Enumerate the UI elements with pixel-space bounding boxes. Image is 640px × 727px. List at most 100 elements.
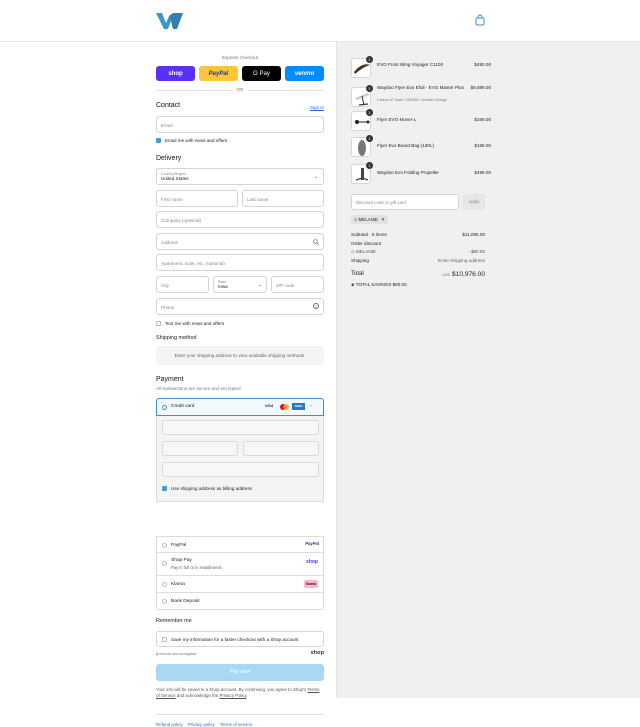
item-name: EVO Front Wing Voyager C1100 — [377, 62, 444, 67]
state-select[interactable]: State Iowa ⌄ — [213, 276, 267, 293]
subtotal-row: Subtotal · 5 items $11,056.00 — [351, 232, 485, 237]
shopping-bag-icon[interactable] — [473, 13, 487, 27]
paypal-button[interactable]: PayPal — [199, 66, 238, 81]
discount-code-field[interactable]: Discount code or gift card — [351, 194, 459, 210]
shop-pay-option[interactable]: Shop Pay Pay in full or in installments … — [156, 553, 324, 576]
shop-pay-button[interactable]: shop — [156, 66, 195, 81]
discount-chip: ◇ MELANIE ✕ — [351, 215, 388, 224]
last-name-field[interactable]: Last name — [242, 190, 324, 207]
city-field[interactable]: City — [156, 276, 209, 293]
legal-text: Your info will be saved to a Shop accoun… — [156, 687, 324, 700]
header — [0, 0, 640, 42]
credit-card-option[interactable]: Credit card VISA AMEX + — [156, 398, 324, 416]
sms-checkbox[interactable]: Text me with news and offers — [156, 321, 224, 327]
savings-row: ◈ TOTAL SAVINGS $80.00 — [351, 282, 485, 288]
paypal-option[interactable]: PayPal PayPal — [156, 536, 324, 553]
shipping-label: Shipping — [351, 258, 369, 263]
secure-label: Secure and encrypted — [159, 652, 197, 656]
line-item: 1 Flyer EVO Mover-L $169.00 — [351, 109, 491, 131]
klarna-radio[interactable] — [162, 582, 167, 587]
discount-chip-label: MELANIE — [358, 217, 378, 222]
shipping-row: Shipping Enter shipping address — [351, 258, 485, 263]
contact-heading: Contact — [156, 102, 181, 109]
amex-icon: AMEX — [292, 403, 305, 410]
shipping-value: Enter shipping address — [438, 258, 485, 263]
venmo-button[interactable]: venmo — [285, 66, 324, 81]
save-info-checkbox[interactable]: Save my information for a faster checkou… — [156, 631, 324, 647]
remember-me-heading: Remember me — [156, 618, 192, 624]
phone-field[interactable]: Phone ? — [156, 298, 324, 315]
email-newsletter-checkbox[interactable]: Email me with news and offers — [156, 138, 227, 144]
bank-deposit-radio[interactable] — [162, 599, 167, 604]
paypal-radio[interactable] — [162, 543, 167, 548]
item-price: $9,699.00 — [470, 85, 491, 90]
state-value: Iowa — [218, 284, 228, 289]
legal-line: Your info will be saved to a Shop accoun… — [156, 687, 307, 692]
product-thumbnail: 1 — [351, 135, 373, 157]
legal-and: and acknowledge the — [176, 693, 219, 699]
payment-heading: Payment — [156, 376, 184, 383]
help-icon[interactable]: ? — [313, 303, 319, 309]
card-number-field[interactable] — [162, 420, 319, 435]
item-name: Waydoo Flyer Evo Efoil - EVO Master Plus — [377, 85, 464, 90]
product-thumbnail: 1 — [351, 85, 373, 107]
quantity-badge: 1 — [366, 56, 373, 63]
klarna-option[interactable]: Klarna Klarna — [156, 576, 324, 593]
bank-deposit-option[interactable]: Bank Deposit — [156, 593, 324, 610]
savings-icon: ◈ — [351, 282, 355, 287]
address-placeholder: Address — [161, 240, 178, 245]
line-item: 1 Waydoo Flyer Evo Efoil - EVO Master Pl… — [351, 84, 491, 110]
product-thumbnail: 1 — [351, 56, 373, 78]
apartment-field[interactable]: Apartment, suite, etc. (optional) — [156, 254, 324, 271]
tag-icon: ◇ — [351, 249, 355, 254]
address-field[interactable]: Address — [156, 233, 324, 250]
shipping-method-heading: Shipping method — [156, 335, 197, 341]
billing-same-checkbox[interactable]: Use shipping address as billing address — [162, 486, 252, 492]
tag-icon: ◇ — [354, 217, 358, 222]
apply-button[interactable]: Apply — [463, 194, 485, 210]
google-pay-button[interactable]: G Pay — [242, 66, 281, 81]
first-name-field[interactable]: First name — [156, 190, 238, 207]
name-on-card-field[interactable] — [162, 462, 319, 477]
total-value: $10,976.00 — [451, 271, 485, 278]
lock-icon: 🔒︎ — [156, 652, 159, 656]
country-value: United States — [161, 176, 189, 181]
expiration-field[interactable] — [162, 441, 238, 456]
email-field[interactable]: Email — [156, 116, 324, 133]
line-item: 1 EVO Front Wing Voyager C1100 $490.00 — [351, 56, 491, 78]
delivery-heading: Delivery — [156, 155, 182, 162]
currency-label: USD — [442, 273, 451, 277]
company-field[interactable]: Company (optional) — [156, 211, 324, 228]
remove-discount-icon[interactable]: ✕ — [381, 217, 385, 222]
order-discount-label: Order discount — [351, 241, 382, 246]
divider — [156, 714, 324, 715]
discount-code-row: ◇ MELANIE - $80.00 — [351, 249, 485, 255]
savings-label: TOTAL SAVINGS — [355, 282, 392, 287]
quantity-badge: 1 — [366, 85, 373, 92]
brand-w-logo-icon[interactable] — [156, 13, 183, 29]
product-thumbnail: 1 — [351, 162, 373, 184]
sms-label: Text me with news and offers — [165, 321, 225, 326]
credit-card-radio[interactable] — [162, 405, 167, 410]
security-code-field[interactable] — [243, 441, 319, 456]
bank-deposit-label: Bank Deposit — [171, 599, 200, 604]
item-name: Waydoo Evo Folding Propeller — [377, 170, 439, 175]
total-row: Total USD $10,976.00 — [351, 271, 485, 278]
savings-value: $80.00 — [392, 282, 407, 287]
order-discount-row: Order discount — [351, 241, 485, 246]
total-amount: USD $10,976.00 — [442, 271, 485, 278]
country-select[interactable]: Country/Region United States ⌄ — [156, 168, 324, 185]
pay-now-button[interactable]: Pay now — [156, 664, 324, 681]
secure-note: 🔒︎ Secure and encrypted — [156, 652, 196, 656]
discount-value: - $80.00 — [468, 249, 485, 254]
paypal-logo-icon: PayPal — [305, 541, 319, 546]
quantity-badge: 1 — [366, 162, 373, 169]
subtotal-value: $11,056.00 — [462, 232, 485, 237]
zip-field[interactable]: ZIP code — [271, 276, 324, 293]
sign-in-link[interactable]: Sign in — [310, 105, 324, 111]
item-name: Flyer EVO Mover-L — [377, 117, 417, 122]
shop-pay-radio[interactable] — [162, 561, 167, 566]
phone-placeholder: Phone — [161, 305, 175, 310]
privacy-link[interactable]: Privacy Policy — [220, 693, 247, 698]
express-checkout-title: Express checkout — [221, 55, 259, 60]
